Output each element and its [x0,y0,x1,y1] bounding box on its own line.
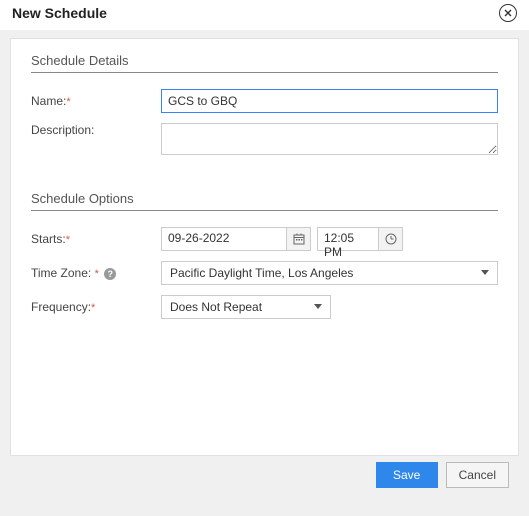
name-input[interactable] [161,89,498,113]
required-marker: * [66,234,70,246]
modal-body-wrap: Schedule Details Name:* Description: Sch… [0,30,529,502]
close-icon [504,9,512,17]
chevron-down-icon [314,304,322,310]
row-starts: Starts:* 09-26-2022 12:05 [31,227,498,251]
modal-title: New Schedule [12,5,107,21]
row-description: Description: [31,123,498,155]
calendar-button[interactable] [286,228,310,250]
section-heading-options: Schedule Options [31,191,498,211]
frequency-select[interactable]: Does Not Repeat [161,295,331,319]
modal-footer: Save Cancel [10,456,519,494]
required-marker: * [66,96,70,108]
frequency-value: Does Not Repeat [170,300,262,314]
cancel-button[interactable]: Cancel [446,462,509,488]
modal-body: Schedule Details Name:* Description: Sch… [10,38,519,456]
row-timezone: Time Zone: * ? Pacific Daylight Time, Lo… [31,261,498,285]
description-input[interactable] [161,123,498,155]
row-frequency: Frequency:* Does Not Repeat [31,295,498,319]
section-heading-details: Schedule Details [31,53,498,73]
timezone-value: Pacific Daylight Time, Los Angeles [170,266,353,280]
required-marker: * [91,302,95,314]
date-picker[interactable]: 09-26-2022 [161,227,311,251]
info-icon[interactable]: ? [104,268,116,280]
row-name: Name:* [31,89,498,113]
label-timezone: Time Zone: * ? [31,266,161,280]
required-marker: * [95,268,99,280]
label-starts: Starts:* [31,232,161,246]
clock-icon [385,233,397,245]
time-value: 12:05 PM [318,228,378,250]
label-name: Name:* [31,94,161,108]
time-picker[interactable]: 12:05 PM [317,227,403,251]
chevron-down-icon [481,270,489,276]
label-frequency: Frequency:* [31,300,161,314]
calendar-icon [293,233,305,245]
label-description: Description: [31,123,161,137]
modal-header: New Schedule [0,0,529,30]
save-button[interactable]: Save [376,462,438,488]
clock-button[interactable] [378,228,402,250]
date-value: 09-26-2022 [162,228,286,250]
timezone-select[interactable]: Pacific Daylight Time, Los Angeles [161,261,498,285]
close-button[interactable] [499,4,517,22]
